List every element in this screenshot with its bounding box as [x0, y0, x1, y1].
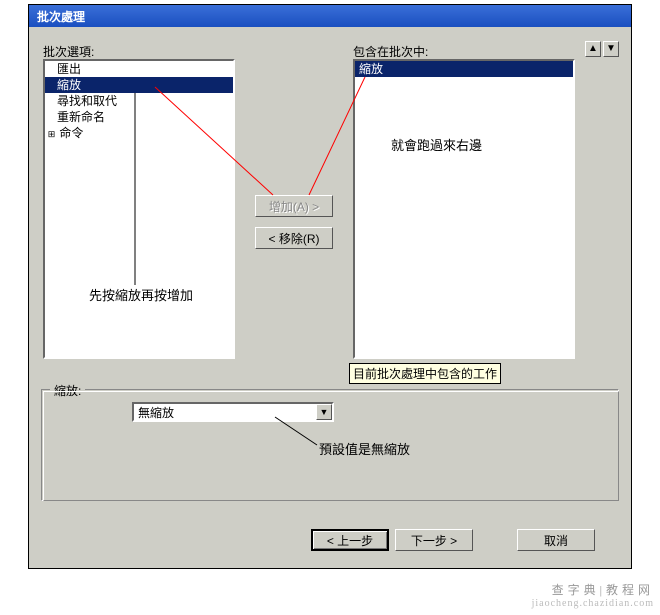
tooltip-included: 目前批次處理中包含的工作	[349, 363, 501, 384]
included-item-scale[interactable]: 縮放	[355, 61, 573, 77]
option-rename[interactable]: 重新命名	[45, 109, 233, 125]
option-commands[interactable]: ⊞ 命令	[45, 125, 233, 141]
watermark: 查字典|教程网 jiaocheng.chazidian.com	[532, 583, 654, 611]
option-find-replace[interactable]: 尋找和取代	[45, 93, 233, 109]
scale-groupbox: 縮放: 無縮放 ▼	[41, 389, 619, 501]
move-down-button[interactable]: ▼	[603, 41, 619, 57]
combo-dropdown-icon[interactable]: ▼	[316, 404, 332, 420]
cancel-button[interactable]: 取消	[517, 529, 595, 551]
watermark-line1: 查字典|教程网	[532, 583, 654, 597]
scale-group-caption: 縮放:	[50, 382, 85, 399]
tree-expand-icon[interactable]: ⊞	[47, 130, 56, 139]
right-list-label: 包含在批次中:	[353, 43, 428, 60]
back-button[interactable]: < 上一步	[311, 529, 389, 551]
batch-options-list[interactable]: 匯出 縮放 尋找和取代 重新命名 ⊞ 命令	[43, 59, 235, 359]
remove-button[interactable]: < 移除(R)	[255, 227, 333, 249]
next-button-label: 下一步 >	[411, 532, 457, 549]
option-export[interactable]: 匯出	[45, 61, 233, 77]
cancel-button-label: 取消	[544, 532, 568, 549]
dialog-body: 批次選項: 匯出 縮放 尋找和取代 重新命名 ⊞ 命令 增加(A) > < 移除…	[29, 27, 631, 568]
add-button-label: 增加(A) >	[269, 198, 319, 215]
watermark-line2: jiaocheng.chazidian.com	[532, 597, 654, 611]
scale-combo[interactable]: 無縮放 ▼	[132, 402, 334, 422]
chevron-up-icon: ▲	[588, 43, 598, 54]
option-scale[interactable]: 縮放	[45, 77, 233, 93]
remove-button-label: < 移除(R)	[268, 230, 319, 247]
move-up-button[interactable]: ▲	[585, 41, 601, 57]
batch-dialog: 批次處理 批次選項: 匯出 縮放 尋找和取代 重新命名 ⊞ 命令 增加(A) >…	[28, 4, 632, 569]
included-list[interactable]: 縮放	[353, 59, 575, 359]
back-button-label: < 上一步	[327, 532, 373, 549]
dialog-title: 批次處理	[37, 8, 85, 25]
left-list-label: 批次選項:	[43, 43, 94, 60]
chevron-down-icon: ▼	[606, 43, 616, 54]
scale-combo-value: 無縮放	[134, 404, 316, 421]
next-button[interactable]: 下一步 >	[395, 529, 473, 551]
option-commands-label: 命令	[59, 126, 83, 140]
add-button[interactable]: 增加(A) >	[255, 195, 333, 217]
titlebar: 批次處理	[29, 5, 631, 27]
